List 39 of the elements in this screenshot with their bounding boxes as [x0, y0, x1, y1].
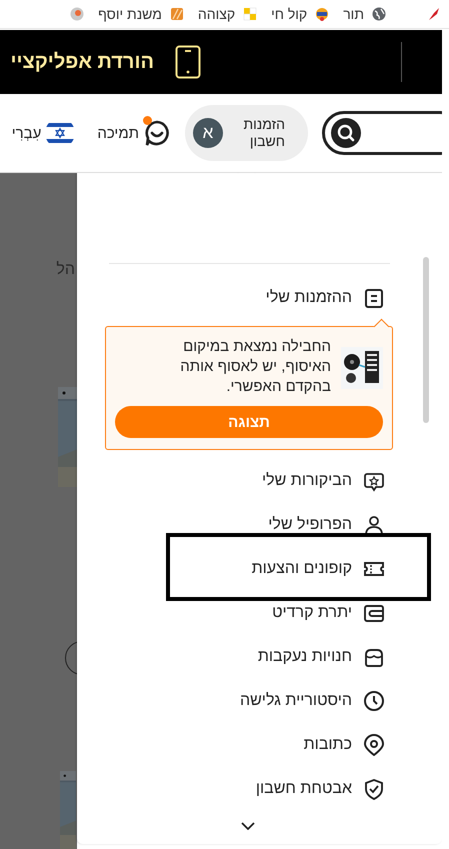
phone-icon	[175, 45, 201, 79]
bookmark-link[interactable]: תור	[343, 6, 364, 22]
bookmark-link[interactable]: משנת יוסף	[98, 6, 162, 22]
page-heading: הל	[56, 261, 75, 279]
location-icon	[363, 734, 385, 756]
scrollbar[interactable]	[423, 257, 429, 423]
stripes-icon[interactable]	[170, 7, 184, 21]
menu-item[interactable]: חנויות נעקבות	[77, 635, 442, 679]
menu-item[interactable]: היסטוריית גלישה	[77, 679, 442, 723]
star-bubble-icon	[363, 470, 385, 492]
language-link[interactable]: עִבְרִי	[12, 124, 42, 142]
app-banner[interactable]: הורדת אפליקציי	[0, 30, 442, 94]
tiles-icon[interactable]	[243, 7, 258, 21]
badge-icon[interactable]	[315, 7, 330, 21]
menu-item[interactable]: יתרת קרדיט	[77, 591, 442, 635]
store-icon	[363, 646, 385, 668]
menu-item[interactable]: כתובות	[77, 723, 442, 767]
chat-icon[interactable]	[143, 119, 171, 147]
search-field[interactable]	[322, 111, 442, 155]
chevron-down-icon[interactable]	[241, 822, 255, 830]
clock-icon	[363, 690, 385, 712]
person-icon	[363, 514, 385, 536]
menu-item[interactable]: קופונים והצעות	[77, 547, 442, 591]
wallet-icon	[363, 602, 385, 624]
search-icon[interactable]	[331, 118, 361, 148]
globe-icon[interactable]	[372, 7, 386, 21]
menu-item[interactable]: ההזמנות שלי	[77, 276, 442, 320]
menu-item[interactable]: הביקורות שלי	[77, 459, 442, 503]
bookmark-link[interactable]: קצוהה	[198, 6, 236, 22]
ball-icon[interactable]	[70, 7, 84, 21]
support-link[interactable]: תמיכה	[97, 124, 139, 142]
shield-check-icon	[363, 778, 385, 800]
banner-title: הורדת אפליקציי	[10, 50, 154, 74]
bookmark-link[interactable]: קול חי	[271, 6, 308, 22]
menu-item[interactable]: הפרופיל שלי	[77, 503, 442, 547]
account-button[interactable]: א הזמנות חשבון	[185, 105, 308, 161]
notice-text: החבילה נמצאת במיקום האיסוף, יש לאסוף אותה בהקדם האפשרי.	[179, 337, 331, 397]
document-icon	[363, 287, 385, 309]
menu-item[interactable]: אבטחת חשבון	[77, 767, 442, 811]
